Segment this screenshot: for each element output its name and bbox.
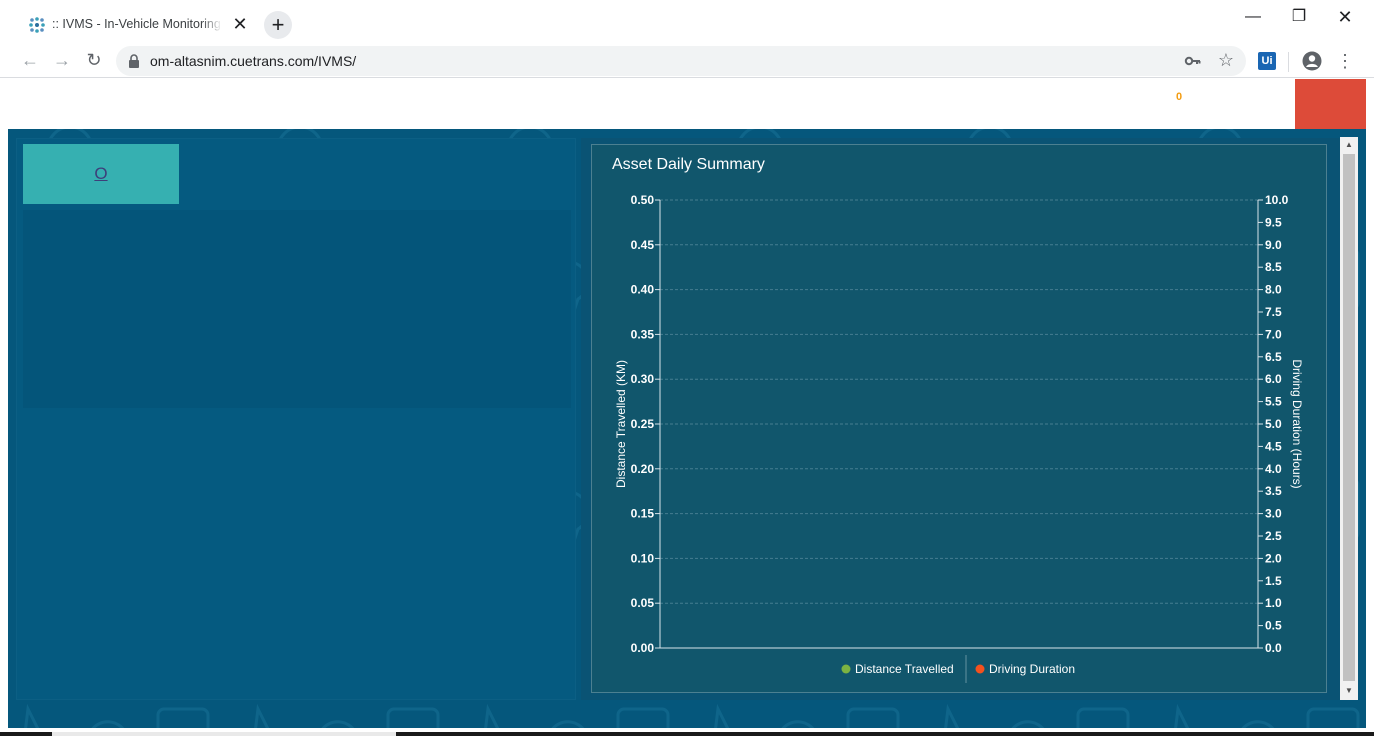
back-arrow-icon[interactable]: ←: [18, 49, 42, 73]
ivms-favicon-icon: [29, 17, 45, 33]
y-axis-tick-label: 0.30: [631, 372, 655, 386]
y2-axis-tick-label: 4.0: [1265, 462, 1282, 476]
chart-svg: 0.00 0.05 0.10 0.15 0.20 0.25 0.30 0.35 0.40 0.45…: [614, 193, 1304, 683]
y2-axis-tick-label: 5.5: [1265, 395, 1282, 409]
y-axis-tick-label: 0.15: [631, 507, 655, 521]
y2-axis-tick-label: 4.5: [1265, 439, 1282, 453]
y2-axis-tick-label: 0.5: [1265, 619, 1282, 633]
scroll-up-arrow-icon[interactable]: ▲: [1340, 137, 1358, 153]
y-axis-tick-label: 0.40: [631, 283, 655, 297]
chart-panel: Asset Daily Summary 0.00 0.05 0.10 0.15 0.20…: [581, 138, 1344, 700]
summary-tile-link[interactable]: O: [94, 164, 107, 184]
y2-axis-tick-label: 7.5: [1265, 305, 1282, 319]
y-axis-tick-label: 0.35: [631, 327, 655, 341]
y2-axis-tick-label: 2.0: [1265, 551, 1282, 565]
dashboard-content: O Asset Daily Summary 0.00 0.05 0.10 0.15 0.…: [8, 129, 1366, 728]
y2-axis-tick-label: 3.0: [1265, 507, 1282, 521]
left-panel-body: [23, 210, 571, 408]
address-bar[interactable]: om-altasnim.cuetrans.com/IVMS/ ☆: [116, 46, 1246, 76]
y2-axis-tick-label: 6.0: [1265, 372, 1282, 386]
toolbar-separator: [1288, 52, 1289, 72]
scroll-thumb[interactable]: [1343, 154, 1355, 681]
legend-marker-duration: [975, 664, 985, 674]
restore-window-button[interactable]: ❐: [1284, 6, 1314, 28]
lock-icon: [129, 54, 139, 68]
browser-tab[interactable]: :: IVMS - In-Vehicle Monitoring System ✕: [18, 6, 256, 44]
browser-toolbar: ← → ↻ om-altasnim.cuetrans.com/IVMS/ ☆ U…: [0, 44, 1374, 78]
header-user-block[interactable]: [1295, 79, 1366, 129]
y2-axis-tick-label: 9.5: [1265, 215, 1282, 229]
bookmark-star-icon[interactable]: ☆: [1216, 49, 1236, 71]
page-scrollbar[interactable]: ▲ ▼: [1340, 137, 1358, 700]
notification-count[interactable]: 0: [1176, 91, 1182, 103]
app-header: 0: [8, 79, 1366, 129]
browser-menu-icon[interactable]: ⋮: [1336, 49, 1354, 73]
y-axis-tick-label: 0.50: [631, 193, 655, 207]
asset-daily-summary-chart: Asset Daily Summary 0.00 0.05 0.10 0.15 0.20…: [591, 144, 1327, 693]
y2-axis-tick-label: 8.5: [1265, 260, 1282, 274]
taskbar-highlight: [52, 732, 396, 736]
y2-axis-tick-label: 3.5: [1265, 484, 1282, 498]
y2-axis-tick-label: 7.0: [1265, 327, 1282, 341]
y2-axis-title: Driving Duration (Hours): [1290, 359, 1304, 488]
close-window-button[interactable]: ✕: [1330, 6, 1360, 28]
tab-close-icon[interactable]: ✕: [230, 14, 250, 34]
y-axis-tick-label: 0.05: [631, 596, 655, 610]
y2-axis-tick-label: 9.0: [1265, 238, 1282, 252]
left-panel: O: [16, 138, 576, 700]
uipath-extension-icon[interactable]: Ui: [1258, 52, 1276, 70]
y2-axis-tick-label: 10.0: [1265, 193, 1289, 207]
legend-marker-distance: [841, 664, 851, 674]
new-tab-button[interactable]: +: [264, 11, 292, 39]
y-axis-tick-label: 0.45: [631, 238, 655, 252]
y2-axis-tick-label: 1.5: [1265, 574, 1282, 588]
y-axis-tick-label: 0.10: [631, 551, 655, 565]
y2-axis-tick-label: 6.5: [1265, 350, 1282, 364]
y-axis-title: Distance Travelled (KM): [614, 360, 628, 488]
y2-axis-tick-label: 0.0: [1265, 641, 1282, 655]
browser-tabstrip: :: IVMS - In-Vehicle Monitoring System ✕…: [0, 0, 1374, 44]
y2-axis-tick-label: 8.0: [1265, 283, 1282, 297]
summary-tile[interactable]: O: [23, 144, 179, 204]
profile-avatar-icon[interactable]: [1302, 51, 1322, 71]
key-icon[interactable]: [1184, 53, 1202, 69]
y2-axis-tick-label: 5.0: [1265, 417, 1282, 431]
scroll-down-arrow-icon[interactable]: ▼: [1340, 683, 1358, 699]
y-axis-tick-label: 0.20: [631, 462, 655, 476]
y-axis-tick-label: 0.25: [631, 417, 655, 431]
url-text: om-altasnim.cuetrans.com/IVMS/: [150, 53, 357, 69]
legend-label-duration: Driving Duration: [989, 662, 1075, 676]
y2-axis-tick-label: 2.5: [1265, 529, 1282, 543]
tab-title: :: IVMS - In-Vehicle Monitoring System: [52, 17, 222, 31]
forward-arrow-icon[interactable]: →: [50, 49, 74, 73]
reload-icon[interactable]: ↻: [82, 49, 106, 73]
minimize-window-button[interactable]: —: [1238, 6, 1268, 28]
legend-label-distance: Distance Travelled: [855, 662, 954, 676]
y-axis-tick-label: 0.00: [631, 641, 655, 655]
y2-axis-tick-label: 1.0: [1265, 596, 1282, 610]
